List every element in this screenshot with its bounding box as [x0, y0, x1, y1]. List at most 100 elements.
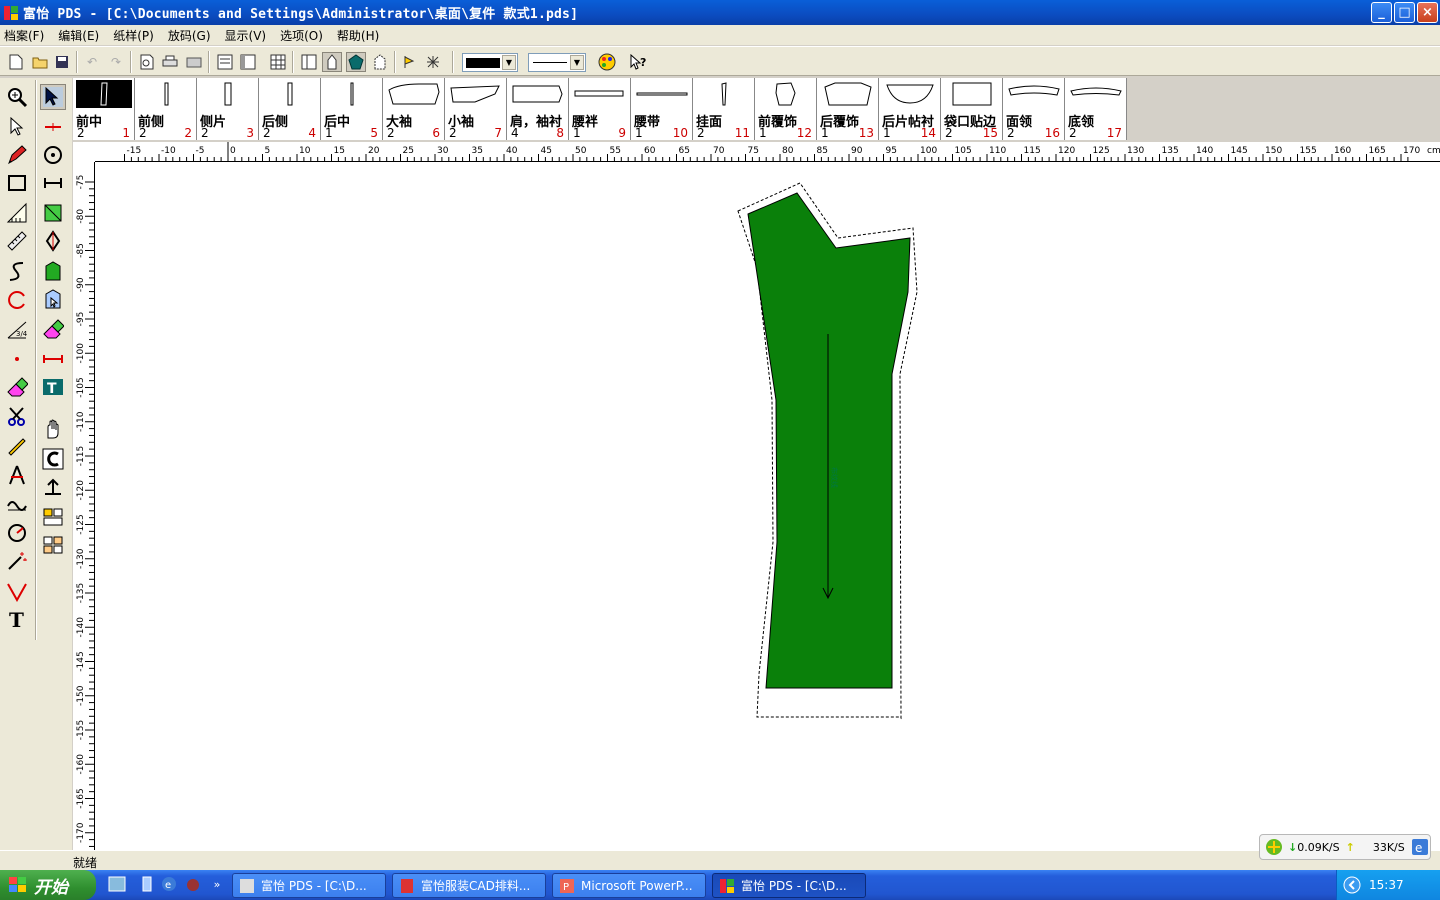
tray-collapse-icon[interactable]: [1343, 876, 1361, 894]
copy-grade-icon[interactable]: [40, 532, 66, 558]
menu-view[interactable]: 显示(V): [225, 27, 267, 44]
piece-item[interactable]: 侧片 2 3: [197, 78, 259, 140]
piece-item[interactable]: 前覆饰 1 12: [755, 78, 817, 140]
pattern-piece-icon[interactable]: [40, 258, 66, 284]
plot-tool-icon[interactable]: T: [40, 374, 66, 400]
piece-item[interactable]: 后覆饰 1 13: [817, 78, 879, 140]
add-point-icon[interactable]: [40, 114, 66, 140]
piece-item[interactable]: 小袖 2 7: [445, 78, 507, 140]
grid-table-icon[interactable]: [268, 52, 288, 72]
seam-allowance-icon[interactable]: [40, 200, 66, 226]
rotate-icon[interactable]: [4, 520, 30, 546]
seam-icon[interactable]: [370, 52, 390, 72]
measure-pen-icon[interactable]: [4, 432, 30, 458]
line-style-select[interactable]: ▼: [528, 53, 586, 72]
piece-item[interactable]: 前侧 2 2: [135, 78, 197, 140]
point-icon[interactable]: [4, 346, 30, 372]
undo-icon[interactable]: ↶: [82, 52, 102, 72]
open-folder-icon[interactable]: [30, 52, 50, 72]
hand-pan-icon[interactable]: [40, 416, 66, 442]
taskbar-item-pds[interactable]: 富怡 PDS - [C:\D...: [232, 873, 386, 898]
notch-icon[interactable]: [40, 228, 66, 254]
menu-edit[interactable]: 编辑(E): [58, 27, 99, 44]
quicklaunch-game-icon[interactable]: [184, 875, 202, 893]
browser-icon[interactable]: e: [1411, 838, 1429, 856]
menu-file[interactable]: 档案(F): [4, 27, 44, 44]
piece-eraser-icon[interactable]: [40, 316, 66, 342]
arc-icon[interactable]: [4, 286, 30, 312]
grading-point-icon[interactable]: [40, 474, 66, 500]
grading-c-icon[interactable]: [40, 446, 66, 472]
grade-arrow-icon[interactable]: [400, 52, 420, 72]
piece-item[interactable]: 袋口贴边 2 15: [941, 78, 1003, 140]
piece-item[interactable]: 腰袢 1 9: [569, 78, 631, 140]
new-file-icon[interactable]: [6, 52, 26, 72]
scale-icon[interactable]: 3/4: [4, 316, 30, 342]
quicklaunch-more-icon[interactable]: »: [208, 875, 226, 893]
show-desktop-icon[interactable]: [108, 875, 126, 893]
network-monitor[interactable]: ↓ 0.09K/S ↑ 33K/S e: [1259, 834, 1431, 860]
ruler-label: 150: [1265, 146, 1282, 156]
help-pointer-icon[interactable]: ?: [628, 52, 648, 72]
magic-wand-icon[interactable]: [4, 548, 30, 574]
piece-item[interactable]: 前中 2 1: [73, 78, 135, 140]
pattern-piece-front-center[interactable]: [747, 192, 911, 689]
grading-table-icon[interactable]: [40, 504, 66, 530]
piece-item[interactable]: 底领 2 17: [1065, 78, 1127, 140]
piece-item[interactable]: 大袖 2 6: [383, 78, 445, 140]
armhole-icon[interactable]: [4, 490, 30, 516]
grade-point-icon[interactable]: [423, 52, 443, 72]
ruler-label: 85: [817, 146, 828, 156]
grain-line-icon[interactable]: [40, 346, 66, 372]
print-preview-icon[interactable]: [137, 52, 157, 72]
eraser-icon[interactable]: [4, 374, 30, 400]
taskbar-item-pds-active[interactable]: 富怡 PDS - [C:\D...: [712, 873, 866, 898]
piece-item[interactable]: 腰带 1 10: [631, 78, 693, 140]
plot-icon[interactable]: [184, 52, 204, 72]
piece-item[interactable]: 后片帖衬 1 14: [879, 78, 941, 140]
circle-icon[interactable]: [40, 142, 66, 168]
taskbar-item-powerpoint[interactable]: P Microsoft PowerP...: [552, 873, 706, 898]
quicklaunch-app-icon[interactable]: [138, 875, 156, 893]
dart-icon[interactable]: [4, 578, 30, 604]
scissors-icon[interactable]: [4, 404, 30, 430]
zoom-icon[interactable]: [4, 84, 30, 110]
text-tool-icon[interactable]: T: [4, 606, 30, 632]
redo-icon[interactable]: ↷: [106, 52, 126, 72]
rectangle-icon[interactable]: [4, 170, 30, 196]
save-icon[interactable]: [52, 52, 72, 72]
menu-help[interactable]: 帮助(H): [337, 27, 379, 44]
layout-icon[interactable]: [299, 52, 319, 72]
color-palette-icon[interactable]: [597, 52, 617, 72]
start-button[interactable]: 开始: [0, 870, 96, 900]
fill-piece-icon[interactable]: [346, 52, 366, 72]
maximize-button[interactable]: □: [1394, 2, 1415, 23]
color-select[interactable]: ▼: [462, 53, 518, 72]
ruler-icon[interactable]: [4, 228, 30, 254]
taskbar-item-marker[interactable]: 富怡服装CAD排料...: [392, 873, 546, 898]
pattern-drawing[interactable]: 布纹线: [95, 162, 1440, 850]
piece-item[interactable]: 后中 1 5: [321, 78, 383, 140]
adjust-arrow-icon[interactable]: [40, 84, 66, 110]
piece-list-icon[interactable]: [215, 52, 235, 72]
piece-item[interactable]: 肩，袖衬 4 8: [507, 78, 569, 140]
show-piece-icon[interactable]: [322, 52, 342, 72]
close-button[interactable]: ×: [1417, 2, 1438, 23]
piece-item[interactable]: 面领 2 16: [1003, 78, 1065, 140]
compass-icon[interactable]: [4, 462, 30, 488]
line-measure-icon[interactable]: [40, 170, 66, 196]
piece-item[interactable]: 挂面 2 11: [693, 78, 755, 140]
curve-icon[interactable]: [4, 258, 30, 284]
menu-pattern[interactable]: 纸样(P): [113, 27, 154, 44]
triangle-ruler-icon[interactable]: [4, 200, 30, 226]
quicklaunch-ie-icon[interactable]: e: [160, 875, 178, 893]
print-icon[interactable]: [160, 52, 180, 72]
ruler-toggle-icon[interactable]: [238, 52, 258, 72]
minimize-button[interactable]: _: [1371, 2, 1392, 23]
menu-grading[interactable]: 放码(G): [168, 27, 211, 44]
piece-item[interactable]: 后侧 2 4: [259, 78, 321, 140]
pick-piece-icon[interactable]: [40, 286, 66, 312]
menu-options[interactable]: 选项(O): [280, 27, 323, 44]
pencil-icon[interactable]: [4, 142, 30, 168]
select-arrow-icon[interactable]: [4, 114, 30, 140]
